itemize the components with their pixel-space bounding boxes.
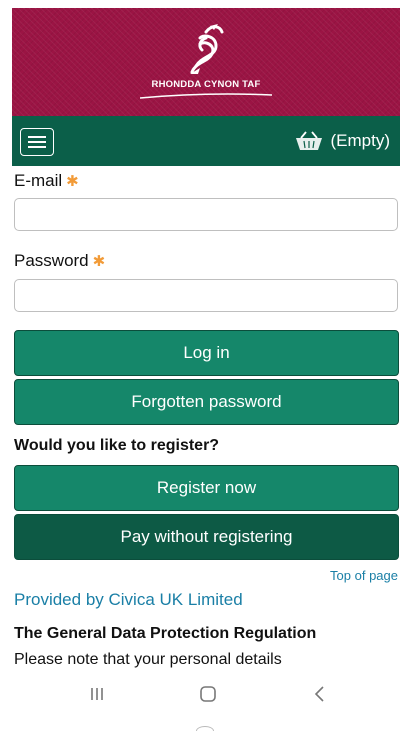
password-field[interactable] [14,279,398,312]
required-marker-icon: ✱ [66,173,79,190]
email-field[interactable] [14,198,398,231]
gesture-hint [196,726,214,731]
provider-link[interactable]: Provided by Civica UK Limited [14,590,243,610]
status-strip [0,0,400,8]
pay-without-registering-button[interactable]: Pay without registering [14,514,399,560]
register-question: Would you like to register? [14,437,220,454]
basket-icon [295,131,322,150]
council-logo[interactable]: RHONDDA CYNON TAF [12,8,400,116]
menu-button[interactable] [20,128,54,156]
login-button[interactable]: Log in [14,330,399,376]
logo-underline [140,93,272,99]
required-marker-icon: ✱ [92,253,106,270]
logo-text: RHONDDA CYNON TAF [151,79,261,90]
email-label-text: E-mail [14,171,63,190]
top-of-page-link[interactable]: Top of page [330,568,398,583]
system-navigation-bar [0,685,400,715]
password-label-text: Password [14,251,89,270]
register-now-button[interactable]: Register now [14,465,399,511]
gdpr-heading: The General Data Protection Regulation [14,625,317,642]
forgotten-password-button[interactable]: Forgotten password [14,379,399,425]
basket-label: (Empty) [330,131,391,150]
gdpr-text: Please note that your personal details [14,651,282,668]
password-label: Password ✱ [14,251,105,271]
basket-link[interactable]: (Empty) [295,128,391,154]
hamburger-line [28,146,46,148]
hamburger-menu-icon [28,136,46,138]
site-banner: RHONDDA CYNON TAF [12,8,400,116]
recent-apps-icon[interactable] [88,685,106,703]
back-icon[interactable] [311,685,329,703]
dragon-logo-icon [190,24,224,74]
home-icon[interactable] [199,685,217,703]
hamburger-line [28,141,46,143]
nav-bar: (Empty) [12,116,400,166]
email-label: E-mail ✱ [14,171,79,191]
